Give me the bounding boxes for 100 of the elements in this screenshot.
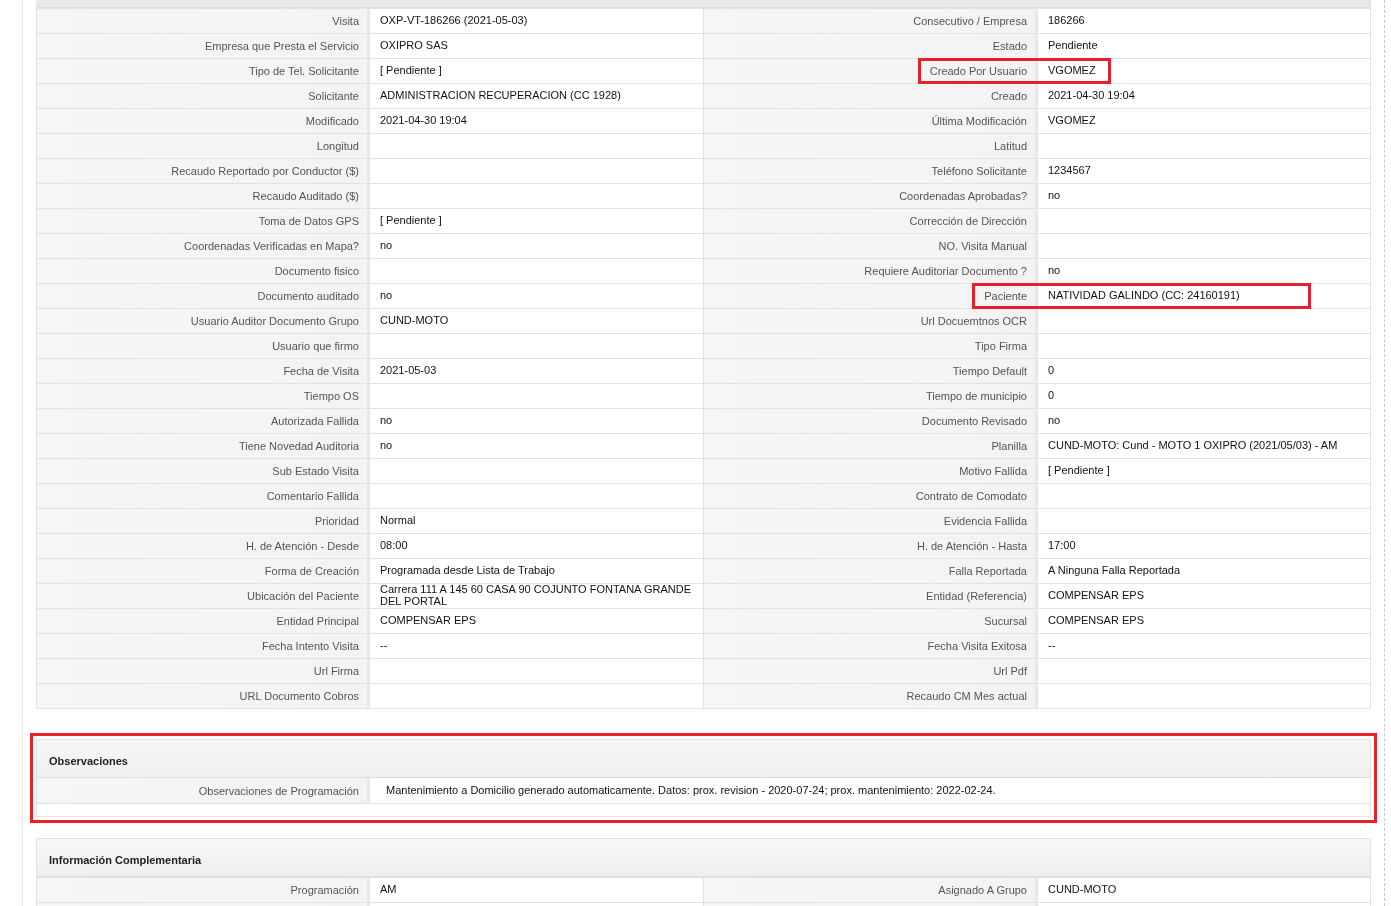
field-label: Requiere Auditoriar Documento ? [864, 265, 1027, 277]
field-label: Contrato de Comodato [915, 490, 1027, 502]
field-label: Usuario Auditor Documento Grupo [190, 315, 359, 327]
field-label: Tipo de Tel. Solicitante [248, 65, 359, 77]
field-label: Documento auditado [257, 290, 359, 302]
field-label: Tiempo de municipio [925, 390, 1027, 402]
field-label: NO. Visita Manual [938, 240, 1027, 252]
field-label: Tiempo OS [303, 390, 359, 402]
field-value: no [1048, 265, 1061, 277]
field-label: Paciente [984, 290, 1027, 302]
field-label: Corrección de Dirección [909, 215, 1027, 227]
field-value: 186266 [1048, 15, 1085, 27]
field-value: [ Pendiente ] [380, 215, 442, 227]
field-value: no [380, 440, 393, 452]
field-label: Planilla [991, 440, 1027, 452]
field-label: Observaciones de Programación [198, 784, 359, 797]
field-value: A Ninguna Falla Reportada [1048, 565, 1181, 577]
field-value: [ Pendiente ] [380, 65, 442, 77]
section-title: Información Complementaria [49, 853, 202, 866]
field-label: Consecutivo / Empresa [913, 15, 1027, 27]
field-label: Tiene Novedad Auditoria [238, 440, 359, 452]
field-label: Empresa que Presta el Servicio [204, 40, 359, 52]
field-value: 17:00 [1048, 540, 1076, 552]
field-value: 2021-04-30 19:04 [380, 115, 467, 127]
field-value: no [380, 415, 393, 427]
field-value: 0 [1048, 365, 1055, 377]
section-title: Observaciones [49, 754, 128, 767]
field-label: Usuario que firmo [272, 340, 359, 352]
field-label: H. de Atención - Desde [245, 540, 359, 552]
field-value: -- [1048, 640, 1056, 652]
field-value: ADMINISTRACION RECUPERACION (CC 1928) [380, 90, 621, 102]
field-label: Documento fisico [274, 265, 359, 277]
field-label: Falla Reportada [948, 565, 1027, 577]
field-value: COMPENSAR EPS [1048, 615, 1144, 627]
field-label: Fecha de Visita [283, 365, 359, 377]
field-value: no [380, 290, 393, 302]
field-value: 2021-05-03 [380, 365, 437, 377]
field-label: Coordenadas Verificadas en Mapa? [184, 240, 359, 252]
field-label: Recaudo Auditado ($) [252, 190, 359, 202]
field-value: Carrera 111 A 145 60 CASA 90 COJUNTO FONTANA GRANDE DEL PORTAL [380, 584, 692, 608]
field-value: COMPENSAR EPS [380, 615, 476, 627]
field-label: Teléfono Solicitante [931, 165, 1027, 177]
field-value: OXP-VT-186266 (2021-05-03) [380, 15, 528, 27]
field-value: [ Pendiente ] [1048, 465, 1110, 477]
field-value: 08:00 [380, 540, 408, 552]
field-label: Longitud [316, 140, 359, 152]
field-value: VGOMEZ [1048, 115, 1096, 127]
field-value: AM [380, 884, 397, 896]
field-label: Forma de Creación [264, 565, 359, 577]
field-value: no [380, 240, 393, 252]
field-label: Creado [990, 90, 1027, 102]
field-value: Normal [380, 515, 416, 527]
field-label: Motivo Fallida [959, 465, 1027, 477]
field-value: VGOMEZ [1048, 65, 1096, 77]
field-label: Documento Revisado [921, 415, 1027, 427]
field-value: OXIPRO SAS [380, 40, 448, 52]
field-label: Solicitante [308, 90, 359, 102]
field-value: CUND-MOTO [380, 315, 449, 327]
field-label: Visita [332, 15, 359, 27]
field-label: Toma de Datos GPS [258, 215, 359, 227]
field-label: Coordenadas Aprobadas? [899, 190, 1027, 202]
field-value: -- [380, 640, 388, 652]
field-value: Programada desde Lista de Trabajo [380, 565, 555, 577]
field-label: Sub Estado Visita [272, 465, 359, 477]
field-value: Pendiente [1048, 40, 1098, 52]
field-label: Url Docuemtnos OCR [920, 315, 1027, 327]
field-label: Url Firma [313, 665, 359, 677]
field-label: Entidad Principal [276, 615, 359, 627]
field-value: 0 [1048, 390, 1055, 402]
field-label: Autorizada Fallida [270, 415, 359, 427]
field-value: NATIVIDAD GALINDO (CC: 24160191) [1048, 290, 1240, 302]
field-label: Modificado [305, 115, 359, 127]
field-label: Prioridad [314, 515, 359, 527]
field-label: Asignado A Grupo [938, 884, 1027, 896]
field-value: 1234567 [1048, 165, 1091, 177]
field-label: Programación [290, 884, 359, 896]
field-label: H. de Atención - Hasta [916, 540, 1027, 552]
field-label: Ubicación del Paciente [247, 590, 359, 602]
field-label: Fecha Visita Exitosa [927, 640, 1027, 652]
field-label: Tipo Firma [974, 340, 1027, 352]
field-value: no [1048, 190, 1061, 202]
field-value: 2021-04-30 19:04 [1048, 90, 1135, 102]
field-value: no [1048, 415, 1061, 427]
field-value: Mantenimiento a Domicilio generado automaticamente. Datos: prox. revision - 2020-07-24; prox. mantenimiento: 2022-02-24. [386, 784, 996, 797]
field-label: Entidad (Referencia) [926, 590, 1027, 602]
field-label: Url Pdf [993, 665, 1027, 677]
field-label: Comentario Fallida [266, 490, 359, 502]
field-value: CUND-MOTO: Cund - MOTO 1 OXIPRO (2021/05/03) - AM [1048, 440, 1338, 452]
field-label: Evidencia Fallida [943, 515, 1027, 527]
field-label: URL Documento Cobros [239, 690, 359, 702]
field-label: Latitud [993, 140, 1027, 152]
field-label: Creado Por Usuario [929, 65, 1027, 77]
field-value: COMPENSAR EPS [1048, 590, 1144, 602]
field-label: Estado [992, 40, 1027, 52]
field-label: Sucursal [984, 615, 1027, 627]
field-value: CUND-MOTO [1048, 884, 1117, 896]
field-label: Tiempo Default [952, 365, 1027, 377]
field-label: Recaudo Reportado por Conductor ($) [171, 165, 359, 177]
field-label: Última Modificación [931, 115, 1027, 127]
field-label: Fecha Intento Visita [261, 640, 359, 652]
